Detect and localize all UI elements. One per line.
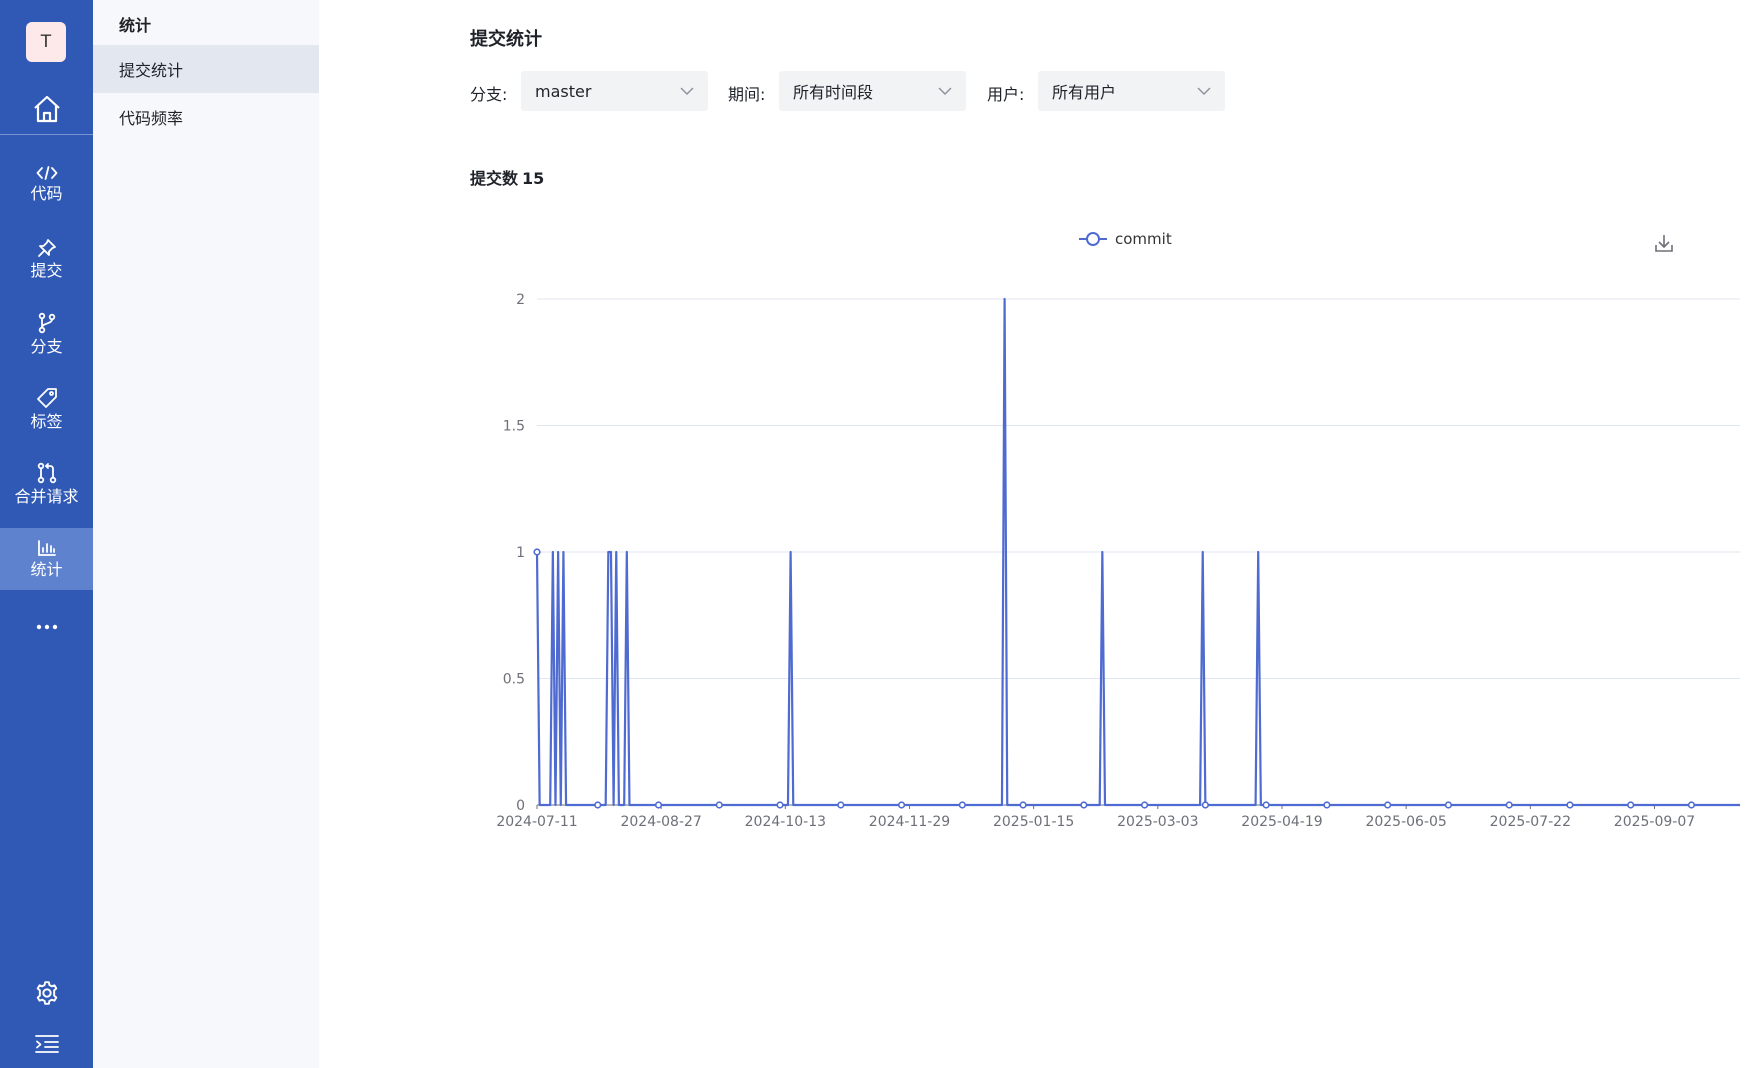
commit-chart-svg: 0 0.5 1 1.5 2 2024-07-11 2024-08-27 2024-10-13 2… bbox=[496, 230, 1740, 830]
x-tick-label: 2025-03-03 bbox=[1117, 814, 1198, 830]
y-tick-label: 1 bbox=[516, 545, 525, 561]
rail-item-merge-requests[interactable]: 合并请求 bbox=[0, 453, 93, 515]
x-tick-label: 2024-08-27 bbox=[620, 814, 701, 830]
main-content: 提交统计 分支: master 期间: 所有时间段 用户: 所有用户 提交数 15… bbox=[319, 0, 1763, 1068]
y-tick-label: 1.5 bbox=[503, 419, 525, 435]
user-label: 用户: bbox=[987, 85, 1025, 104]
app-root: T 代码 提交 分支 标签 合并请求 统计 统计 提交统计 代码频率 提交统计 … bbox=[0, 0, 1763, 1068]
download-icon[interactable] bbox=[1655, 235, 1673, 252]
rail-item-label: 代码 bbox=[30, 183, 63, 203]
branch-select-value: master bbox=[535, 81, 592, 101]
data-point bbox=[958, 801, 966, 809]
commit-count-label: 提交数 bbox=[470, 169, 519, 188]
data-point bbox=[1080, 801, 1088, 809]
branch-select[interactable]: master bbox=[521, 71, 708, 111]
data-point bbox=[654, 801, 663, 809]
x-tick-label: 2024-07-11 bbox=[496, 814, 577, 830]
data-point bbox=[1384, 801, 1392, 809]
branch-label: 分支: bbox=[470, 85, 508, 104]
y-tick-label: 0 bbox=[516, 798, 525, 814]
rail-item-statistics[interactable]: 统计 bbox=[0, 528, 93, 590]
rail-item-label: 合并请求 bbox=[14, 486, 79, 506]
submenu-item-code-frequency[interactable]: 代码频率 bbox=[93, 93, 319, 141]
bar-chart-icon bbox=[37, 539, 56, 556]
x-tick-label: 2025-09-07 bbox=[1614, 814, 1695, 830]
chevron-down-icon bbox=[680, 87, 694, 95]
x-tick-label: 2024-10-13 bbox=[745, 814, 826, 830]
home-icon bbox=[33, 95, 60, 123]
commit-count-value: 15 bbox=[522, 169, 545, 188]
rail-divider bbox=[0, 134, 93, 135]
y-tick-label: 2 bbox=[516, 292, 525, 308]
branch-icon bbox=[38, 312, 55, 333]
data-point bbox=[533, 548, 541, 556]
rail-item-commits[interactable]: 提交 bbox=[0, 228, 93, 290]
x-tick-label: 2025-07-22 bbox=[1490, 814, 1571, 830]
data-point bbox=[1262, 801, 1270, 809]
rail-item-code[interactable]: 代码 bbox=[0, 153, 93, 215]
collapse-button[interactable] bbox=[0, 1030, 93, 1058]
data-point bbox=[837, 801, 845, 809]
chevron-down-icon bbox=[938, 87, 952, 95]
rail-item-label: 标签 bbox=[30, 411, 63, 431]
icon-rail: T 代码 提交 分支 标签 合并请求 统计 bbox=[0, 0, 93, 1068]
data-point bbox=[1687, 801, 1696, 809]
data-point bbox=[1323, 801, 1331, 809]
tag-icon bbox=[36, 387, 57, 408]
legend-marker bbox=[1086, 232, 1100, 246]
page-title: 提交统计 bbox=[470, 29, 542, 50]
data-point bbox=[776, 801, 784, 809]
data-point bbox=[1444, 801, 1453, 809]
more-button[interactable] bbox=[0, 612, 93, 642]
code-icon bbox=[36, 165, 57, 180]
rail-item-tags[interactable]: 标签 bbox=[0, 378, 93, 440]
data-point bbox=[1019, 801, 1027, 809]
x-tick-label: 2025-04-19 bbox=[1241, 814, 1322, 830]
data-point bbox=[1505, 801, 1513, 809]
settings-button[interactable] bbox=[0, 978, 93, 1008]
data-point bbox=[715, 801, 723, 809]
submenu-item-commit-stats[interactable]: 提交统计 bbox=[93, 45, 319, 93]
home-button[interactable] bbox=[0, 84, 93, 134]
pin-icon bbox=[37, 238, 56, 257]
data-point bbox=[1627, 801, 1635, 809]
period-select-value: 所有时间段 bbox=[793, 83, 874, 102]
data-point bbox=[1201, 801, 1209, 809]
commit-count: 提交数 15 bbox=[470, 165, 544, 189]
secondary-menu: 统计 提交统计 代码频率 bbox=[93, 0, 319, 1068]
y-tick-label: 0.5 bbox=[503, 672, 525, 688]
more-icon bbox=[36, 624, 57, 630]
x-tick-label: 2025-06-05 bbox=[1365, 814, 1446, 830]
x-tick-label: 2024-11-29 bbox=[869, 814, 950, 830]
data-point bbox=[1566, 801, 1574, 809]
data-point bbox=[594, 801, 602, 809]
rail-item-label: 提交 bbox=[30, 260, 63, 280]
rail-item-label: 分支 bbox=[30, 336, 63, 356]
gear-icon bbox=[36, 981, 57, 1005]
collapse-menu-icon bbox=[34, 1035, 59, 1053]
rail-item-branches[interactable]: 分支 bbox=[0, 303, 93, 365]
chevron-down-icon bbox=[1197, 87, 1211, 95]
period-select[interactable]: 所有时间段 bbox=[779, 71, 966, 111]
user-select-value: 所有用户 bbox=[1052, 83, 1117, 102]
legend-label: commit bbox=[1115, 230, 1172, 248]
avatar[interactable]: T bbox=[26, 22, 66, 62]
commit-chart: 0 0.5 1 1.5 2 2024-07-11 2024-08-27 2024-10-13 2… bbox=[470, 215, 1740, 855]
period-label: 期间: bbox=[728, 85, 766, 104]
submenu-title: 统计 bbox=[119, 16, 152, 35]
merge-request-icon bbox=[37, 462, 56, 483]
rail-item-label: 统计 bbox=[30, 559, 63, 579]
x-tick-label: 2025-01-15 bbox=[993, 814, 1074, 830]
data-point bbox=[897, 801, 906, 809]
data-point bbox=[1141, 801, 1149, 809]
user-select[interactable]: 所有用户 bbox=[1038, 71, 1225, 111]
